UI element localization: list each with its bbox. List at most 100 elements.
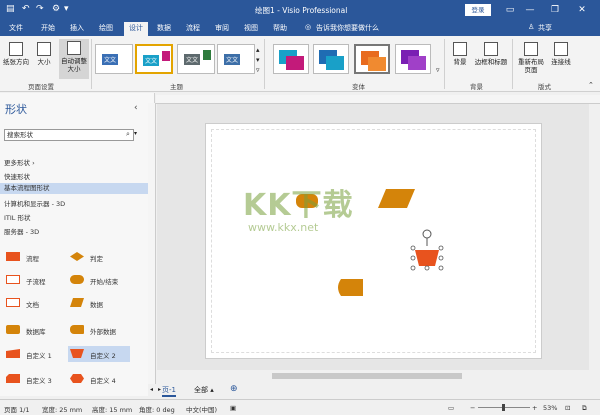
shape-data[interactable]: 数据: [70, 298, 140, 309]
autofit-button[interactable]: 自动调整大小: [59, 39, 89, 79]
collapse-panel-icon[interactable]: ‹: [134, 103, 138, 113]
orientation-button[interactable]: 纸张方向: [3, 42, 29, 66]
ribbon-display-icon[interactable]: ▭: [500, 2, 520, 18]
nav-itil[interactable]: ITIL 形状: [4, 212, 31, 222]
nav-computers-3d[interactable]: 计算机和显示器 - 3D: [4, 198, 65, 208]
prev-page-icon[interactable]: ◂: [150, 386, 153, 393]
canvas-shape-custom-2-selected[interactable]: [409, 226, 445, 272]
status-bar: 页面 1/1 宽度: 25 mm 高度: 15 mm 角度: 0 deg 中文(…: [0, 399, 600, 415]
shapes-panel-title: 形状: [5, 103, 27, 116]
page-margin-guide: [211, 129, 536, 353]
drawing-page[interactable]: [205, 123, 542, 359]
horizontal-scrollbar[interactable]: [157, 370, 589, 382]
tab-view[interactable]: 视图: [244, 23, 258, 33]
group-divider: [91, 39, 92, 89]
tab-home[interactable]: 开始: [41, 23, 55, 33]
switch-windows-icon[interactable]: ⧉: [582, 404, 587, 413]
status-width: 宽度: 25 mm: [42, 406, 83, 414]
login-button[interactable]: 登录: [465, 4, 491, 16]
tab-review[interactable]: 审阅: [215, 23, 229, 33]
scroll-thumb[interactable]: [272, 373, 462, 379]
nav-more-shapes[interactable]: 更多形状 ›: [4, 157, 35, 167]
search-dropdown-icon[interactable]: ▾: [134, 130, 137, 137]
share-button[interactable]: 共享: [538, 23, 552, 33]
fit-page-icon[interactable]: ⊡: [565, 404, 570, 412]
theme-more-icon[interactable]: ▿: [256, 66, 260, 74]
nav-servers-3d[interactable]: 服务器 - 3D: [4, 226, 39, 236]
external-data-swatch: [70, 325, 84, 334]
variant-4[interactable]: [395, 44, 431, 74]
collapse-ribbon-icon[interactable]: ⌃: [588, 81, 594, 89]
theme-scroll-down-icon[interactable]: ▾: [256, 56, 260, 64]
variant-swatch: [286, 56, 304, 70]
search-shapes-input[interactable]: 搜索形状: [4, 129, 134, 141]
variant-3[interactable]: [354, 44, 390, 74]
nav-quick-shapes[interactable]: 快速形状: [4, 171, 30, 181]
database-swatch: [6, 325, 20, 334]
restore-button[interactable]: ❐: [545, 2, 565, 18]
shape-external-data[interactable]: 外部数据: [70, 325, 140, 336]
shape-database[interactable]: 数据库: [6, 325, 66, 336]
zoom-out-icon[interactable]: −: [470, 404, 475, 412]
tab-design[interactable]: 设计: [124, 22, 148, 36]
title-bar: ▤ ↶ ↷ ⚙ ▾ 绘图1 - Visio Professional 登录 ▭ …: [0, 0, 600, 20]
macro-record-icon[interactable]: ▣: [230, 404, 236, 412]
redo-icon[interactable]: ↷: [36, 4, 44, 14]
connectors-button[interactable]: 连接线: [548, 42, 574, 66]
save-icon[interactable]: ▤: [6, 4, 15, 14]
canvas-shape-external-data[interactable]: [335, 279, 363, 296]
add-page-icon[interactable]: ⊕: [230, 384, 238, 394]
all-pages-tab[interactable]: 全部 ▴: [194, 385, 214, 395]
presentation-mode-icon[interactable]: ▭: [448, 404, 454, 412]
shape-process[interactable]: 流程: [6, 252, 66, 263]
tab-process[interactable]: 流程: [186, 23, 200, 33]
variant-more-icon[interactable]: ▿: [436, 66, 440, 74]
undo-icon[interactable]: ↶: [22, 4, 30, 14]
page-tab-1[interactable]: 页-1: [162, 385, 176, 397]
autofit-icon: [67, 41, 81, 55]
close-button[interactable]: ✕: [572, 2, 592, 18]
shape-decision[interactable]: 判定: [70, 252, 140, 263]
document-swatch: [6, 298, 20, 307]
theme-scroll-up-icon[interactable]: ▴: [256, 46, 260, 54]
nav-basic-flowchart[interactable]: 基本流程图形状: [0, 183, 154, 194]
theme-1[interactable]: 文文: [95, 44, 133, 74]
zoom-thumb[interactable]: [502, 404, 505, 411]
theme-3[interactable]: 文文: [177, 44, 215, 74]
zoom-in-icon[interactable]: +: [532, 404, 537, 412]
variant-2[interactable]: [313, 44, 349, 74]
shape-custom-3[interactable]: 自定义 3: [6, 374, 66, 385]
page-tabs-bar: ◂ ▸ 页-1 全部 ▴ ⊕: [148, 384, 600, 397]
next-page-icon[interactable]: ▸: [158, 386, 161, 393]
window-title: 绘图1 - Visio Professional: [255, 6, 348, 15]
background-button[interactable]: 背景: [450, 42, 470, 66]
tab-insert[interactable]: 插入: [70, 23, 84, 33]
minimize-button[interactable]: —: [520, 2, 540, 18]
shape-start-end[interactable]: 开始/结束: [70, 275, 140, 286]
tell-me-input[interactable]: 告诉我你想要做什么: [316, 23, 379, 33]
shape-document[interactable]: 文档: [6, 298, 66, 309]
shape-subprocess[interactable]: 子流程: [6, 275, 66, 286]
tab-draw[interactable]: 绘图: [99, 23, 113, 33]
size-button[interactable]: 大小: [32, 42, 56, 66]
quick-access-dropdown-icon[interactable]: ▾: [64, 4, 69, 14]
shape-custom-1[interactable]: 自定义 1: [6, 349, 66, 360]
theme-4[interactable]: 文文: [217, 44, 255, 74]
zoom-level[interactable]: 53%: [543, 404, 557, 412]
search-icon[interactable]: ⌕: [126, 130, 130, 139]
shape-custom-2[interactable]: 自定义 2: [68, 346, 130, 362]
vertical-scrollbar[interactable]: [589, 104, 600, 374]
shape-custom-4[interactable]: 自定义 4: [70, 374, 140, 385]
customize-icon[interactable]: ⚙: [52, 4, 60, 14]
rotate-handle-icon[interactable]: [422, 229, 432, 239]
canvas-shape-data[interactable]: [378, 189, 415, 208]
theme-accent: [203, 50, 211, 60]
borders-titles-button[interactable]: 边框和标题: [471, 42, 511, 66]
tab-help[interactable]: 帮助: [273, 23, 287, 33]
relayout-page-button[interactable]: 重新布局页面: [515, 42, 547, 74]
tab-data[interactable]: 数据: [157, 23, 171, 33]
variant-1[interactable]: [273, 44, 309, 74]
tab-file[interactable]: 文件: [9, 23, 23, 33]
theme-2[interactable]: 文文: [135, 44, 173, 74]
status-page[interactable]: 页面 1/1: [4, 404, 30, 414]
